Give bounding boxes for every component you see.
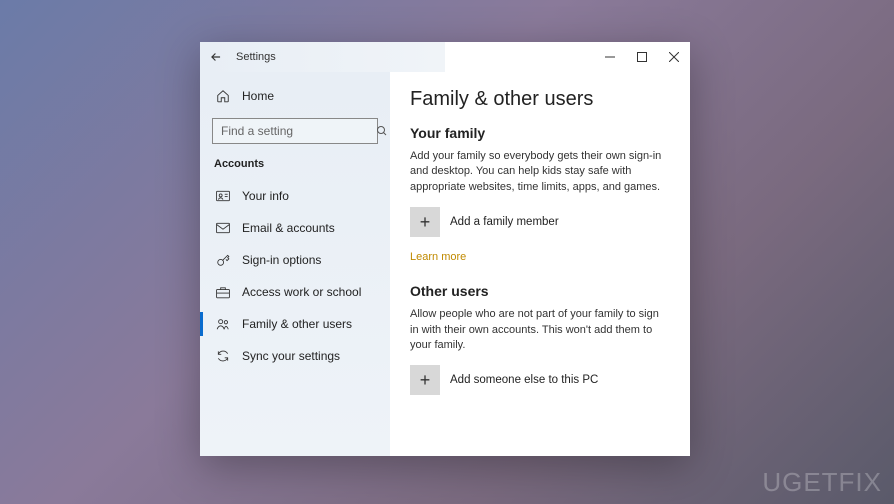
- nav-work-school[interactable]: Access work or school: [200, 276, 390, 308]
- plus-icon: +: [410, 365, 440, 395]
- people-icon: [214, 317, 232, 331]
- add-family-member-button[interactable]: + Add a family member: [410, 207, 670, 237]
- close-button[interactable]: [658, 42, 690, 72]
- content-area: Home Accounts Your info Email & acco: [200, 72, 690, 456]
- nav-label: Family & other users: [242, 317, 352, 331]
- maximize-button[interactable]: [626, 42, 658, 72]
- titlebar: Settings: [200, 42, 690, 72]
- maximize-icon: [637, 52, 647, 62]
- home-icon: [214, 89, 232, 103]
- close-icon: [669, 52, 679, 62]
- mail-icon: [214, 222, 232, 234]
- sidebar-section-label: Accounts: [200, 152, 390, 180]
- minimize-button[interactable]: [594, 42, 626, 72]
- main-panel: Family & other users Your family Add you…: [390, 72, 690, 456]
- page-title: Family & other users: [410, 88, 670, 111]
- window-title: Settings: [232, 51, 276, 63]
- back-button[interactable]: [200, 50, 232, 64]
- sidebar: Home Accounts Your info Email & acco: [200, 72, 390, 456]
- nav-family-users[interactable]: Family & other users: [200, 308, 390, 340]
- add-other-label: Add someone else to this PC: [450, 374, 598, 386]
- nav-label: Sign-in options: [242, 253, 321, 267]
- nav-sync-settings[interactable]: Sync your settings: [200, 340, 390, 372]
- family-description: Add your family so everybody gets their …: [410, 149, 670, 195]
- nav-label: Email & accounts: [242, 221, 335, 235]
- search-input[interactable]: [221, 124, 376, 138]
- nav-label: Sync your settings: [242, 349, 340, 363]
- sync-icon: [214, 349, 232, 363]
- watermark-text: UGETFIX: [762, 467, 882, 498]
- id-card-icon: [214, 190, 232, 202]
- nav-your-info[interactable]: Your info: [200, 180, 390, 212]
- family-heading: Your family: [410, 125, 670, 141]
- nav-label: Access work or school: [242, 285, 361, 299]
- other-users-heading: Other users: [410, 283, 670, 299]
- search-icon: [376, 125, 388, 137]
- nav-signin-options[interactable]: Sign-in options: [200, 244, 390, 276]
- search-box[interactable]: [212, 118, 378, 144]
- add-family-label: Add a family member: [450, 216, 559, 228]
- minimize-icon: [605, 52, 615, 62]
- learn-more-link[interactable]: Learn more: [410, 251, 466, 263]
- arrow-left-icon: [209, 50, 223, 64]
- nav-email-accounts[interactable]: Email & accounts: [200, 212, 390, 244]
- nav-home-label: Home: [242, 89, 274, 103]
- other-users-description: Allow people who are not part of your fa…: [410, 307, 670, 353]
- plus-icon: +: [410, 207, 440, 237]
- nav-home[interactable]: Home: [200, 80, 390, 112]
- settings-window: Settings Home Account: [200, 42, 690, 456]
- add-other-user-button[interactable]: + Add someone else to this PC: [410, 365, 670, 395]
- nav-label: Your info: [242, 189, 289, 203]
- key-icon: [214, 253, 232, 267]
- briefcase-icon: [214, 286, 232, 299]
